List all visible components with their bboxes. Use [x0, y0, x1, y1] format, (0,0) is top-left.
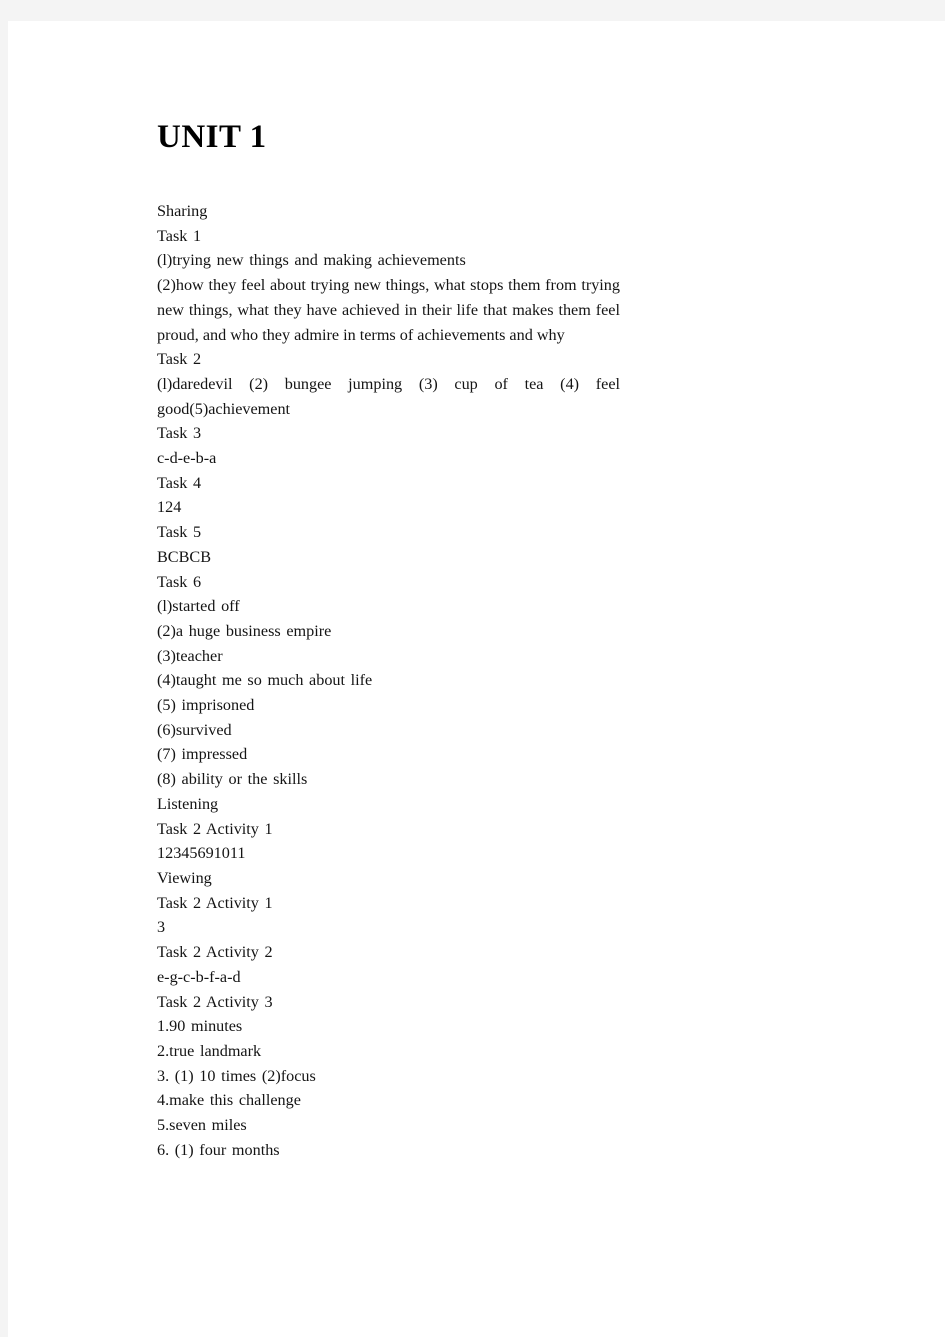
document-line: Task 3: [157, 424, 202, 443]
document-line: 2.true landmark: [157, 1041, 262, 1060]
document-line: 3. (1) 10 times (2)focus: [157, 1066, 316, 1085]
document-line: (2)how they feel about trying new things…: [157, 276, 625, 344]
document-line: (l)started off: [157, 597, 240, 616]
document-line: (5) imprisoned: [157, 696, 255, 715]
document-line: 12345691011: [157, 844, 246, 863]
document-line: (2)a huge business empire: [157, 621, 332, 640]
document-line: Task 4: [157, 473, 202, 492]
document-line: (6)survived: [157, 720, 232, 739]
page-title: UNIT 1: [157, 119, 267, 155]
document-line: 4.make this challenge: [157, 1091, 301, 1110]
document-line: 3: [157, 918, 166, 937]
document-line: Task 2: [157, 350, 202, 369]
document-line: Sharing: [157, 202, 208, 220]
document-line: Task 2 Activity 2: [157, 943, 273, 962]
document-line: 1.90 minutes: [157, 1017, 243, 1036]
document-line: Listening: [157, 794, 219, 813]
document-line: Task 5: [157, 523, 202, 542]
document-line: Task 2 Activity 3: [157, 992, 273, 1011]
document-line: 6. (1) four months: [157, 1140, 280, 1159]
document-line: (7) impressed: [157, 745, 248, 764]
document-line: BCBCB: [157, 547, 211, 566]
document-line: Viewing: [157, 868, 212, 887]
document-line: (l)trying new things and making achievem…: [157, 251, 466, 270]
document-line: Task 2 Activity 1: [157, 819, 273, 838]
document-line: (3)teacher: [157, 646, 223, 665]
document-line: (4)taught me so much about life: [157, 671, 373, 690]
answer-key-body: Sharing Task 1 (l)trying new things and ma…: [157, 199, 620, 1162]
document-line: (8) ability or the skills: [157, 770, 308, 789]
document-line: Task 1: [157, 226, 202, 245]
document-line: Task 2 Activity 1: [157, 893, 273, 912]
document-line: 124: [157, 498, 182, 517]
document-line: e-g-c-b-f-a-d: [157, 967, 241, 986]
document-line: c-d-e-b-a: [157, 449, 217, 468]
document-line: Task 6: [157, 572, 202, 591]
document-page: UNIT 1 Sharing Task 1 (l)trying new things…: [8, 21, 945, 1337]
document-line: 5.seven miles: [157, 1116, 247, 1135]
document-line: (l)daredevil (2) bungee jumping (3) cup …: [157, 374, 625, 418]
